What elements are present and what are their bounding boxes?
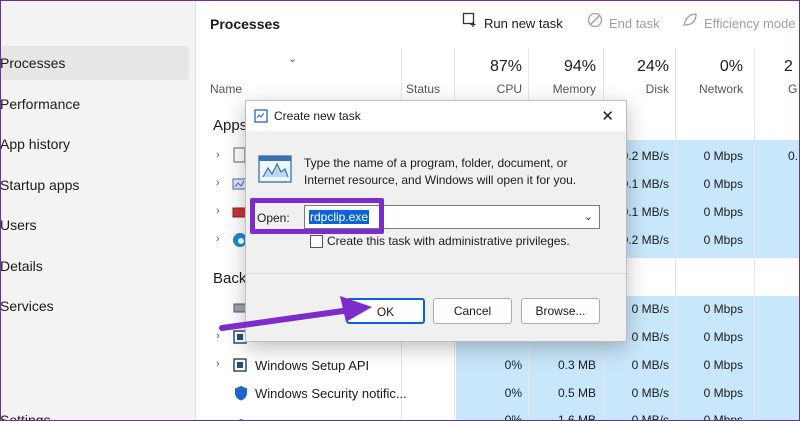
expand-chevron-icon[interactable]: › xyxy=(216,177,220,189)
network-cell: 0 Mbps xyxy=(703,302,743,316)
ok-button[interactable]: OK xyxy=(346,298,425,324)
sidebar-item-label: Services xyxy=(0,298,54,314)
dialog-message: Type the name of a program, folder, docu… xyxy=(304,156,577,187)
leaf-icon xyxy=(682,12,698,36)
cpu-cell: 0% xyxy=(504,358,522,372)
shield-icon xyxy=(233,385,249,404)
column-network[interactable]: Network xyxy=(678,82,743,96)
run-new-task-label: Run new task xyxy=(484,16,563,31)
chevron-down-icon[interactable]: ⌄ xyxy=(584,210,593,223)
cpu-percent: 87% xyxy=(489,58,522,75)
column-memory[interactable]: Memory xyxy=(532,82,596,96)
shield-icon xyxy=(233,414,249,421)
end-task-label: End task xyxy=(609,16,660,31)
setup-api-icon xyxy=(233,358,247,375)
column-gpu[interactable]: G xyxy=(788,82,797,96)
disk-cell: 0 MB/s xyxy=(631,358,669,372)
run-graphic-icon xyxy=(258,155,292,188)
task-manager-icon xyxy=(254,109,268,126)
efficiency-mode-label: Efficiency mode xyxy=(704,16,796,31)
admin-checkbox-label[interactable]: Create this task with administrative pri… xyxy=(327,234,570,248)
network-percent: 0% xyxy=(719,58,743,75)
column-name[interactable]: Name xyxy=(210,82,242,96)
section-background: Back xyxy=(213,270,247,287)
expand-chevron-icon[interactable]: › xyxy=(216,358,220,370)
expand-chevron-icon[interactable]: › xyxy=(216,205,220,217)
process-name[interactable]: Windows Setup API xyxy=(255,358,369,373)
expand-chevron-icon[interactable]: › xyxy=(216,233,220,245)
annotation-highlight-box xyxy=(250,198,384,234)
sidebar-item-app-history[interactable]: App history xyxy=(0,127,189,161)
sidebar-item-startup-apps[interactable]: Startup apps xyxy=(0,168,189,202)
memory-cell: 0.3 MB xyxy=(557,358,596,372)
network-cell: 0 Mbps xyxy=(703,330,743,344)
sidebar-item-label: Processes xyxy=(0,55,66,71)
network-cell: 0 Mbps xyxy=(703,413,743,421)
memory-percent: 94% xyxy=(563,58,596,75)
sidebar-item-settings[interactable]: Settings xyxy=(0,403,189,421)
end-task-icon xyxy=(587,12,603,36)
section-apps: Apps xyxy=(213,117,248,134)
network-cell: 0 Mbps xyxy=(703,233,743,247)
network-cell: 0 Mbps xyxy=(703,358,743,372)
network-cell: 0 Mbps xyxy=(703,177,743,191)
close-icon[interactable]: ✕ xyxy=(601,107,614,125)
sort-chevron-icon[interactable]: ⌄ xyxy=(288,52,297,65)
sidebar-item-label: Details xyxy=(0,258,43,274)
network-cell: 0 Mbps xyxy=(703,205,743,219)
sidebar-item-users[interactable]: Users xyxy=(0,208,189,242)
page-title: Processes xyxy=(210,16,281,32)
column-status[interactable]: Status xyxy=(406,82,440,96)
cpu-cell: 0% xyxy=(504,386,522,400)
process-name[interactable]: Windows Security notific... xyxy=(255,386,407,401)
network-cell: 0 Mbps xyxy=(703,386,743,400)
column-cpu[interactable]: CPU xyxy=(458,82,522,96)
sidebar-item-processes[interactable]: Processes xyxy=(0,46,189,80)
sidebar-item-performance[interactable]: Performance xyxy=(0,87,189,121)
end-task-button[interactable]: End task xyxy=(587,12,660,36)
sidebar-item-details[interactable]: Details xyxy=(0,249,189,283)
gpu-cell: 0. xyxy=(788,149,799,163)
cancel-button[interactable]: Cancel xyxy=(433,298,512,324)
disk-percent: 24% xyxy=(636,58,669,75)
sidebar-item-label: Settings xyxy=(0,412,51,421)
network-cell: 0 Mbps xyxy=(703,149,743,163)
sidebar: Processes Performance App history Startu… xyxy=(0,0,195,421)
efficiency-mode-button[interactable]: Efficiency mode xyxy=(682,12,796,36)
column-separator xyxy=(675,48,676,421)
browse-button[interactable]: Browse... xyxy=(521,298,600,324)
sidebar-item-services[interactable]: Services xyxy=(0,289,189,323)
sidebar-item-label: Performance xyxy=(0,96,81,112)
cpu-cell: 0% xyxy=(504,413,522,421)
disk-cell: 0 MB/s xyxy=(631,386,669,400)
memory-cell: 0.5 MB xyxy=(557,386,596,400)
gpu-percent: 2 xyxy=(784,58,793,75)
memory-cell: 1.6 MB xyxy=(557,413,596,421)
expand-chevron-icon[interactable]: › xyxy=(216,330,220,342)
column-separator xyxy=(754,48,755,421)
sidebar-item-label: App history xyxy=(0,136,71,152)
expand-chevron-icon[interactable]: › xyxy=(216,149,220,161)
run-new-task-button[interactable]: Run new task xyxy=(462,12,563,36)
admin-checkbox[interactable] xyxy=(310,235,323,248)
dialog-titlebar[interactable]: Create new task ✕ xyxy=(246,101,626,131)
sidebar-item-label: Users xyxy=(0,217,37,233)
disk-cell: 0 MB/s xyxy=(631,413,669,421)
column-disk[interactable]: Disk xyxy=(606,82,669,96)
sidebar-item-label: Startup apps xyxy=(0,177,80,193)
dialog-title: Create new task xyxy=(274,109,361,123)
run-task-icon xyxy=(462,12,478,36)
